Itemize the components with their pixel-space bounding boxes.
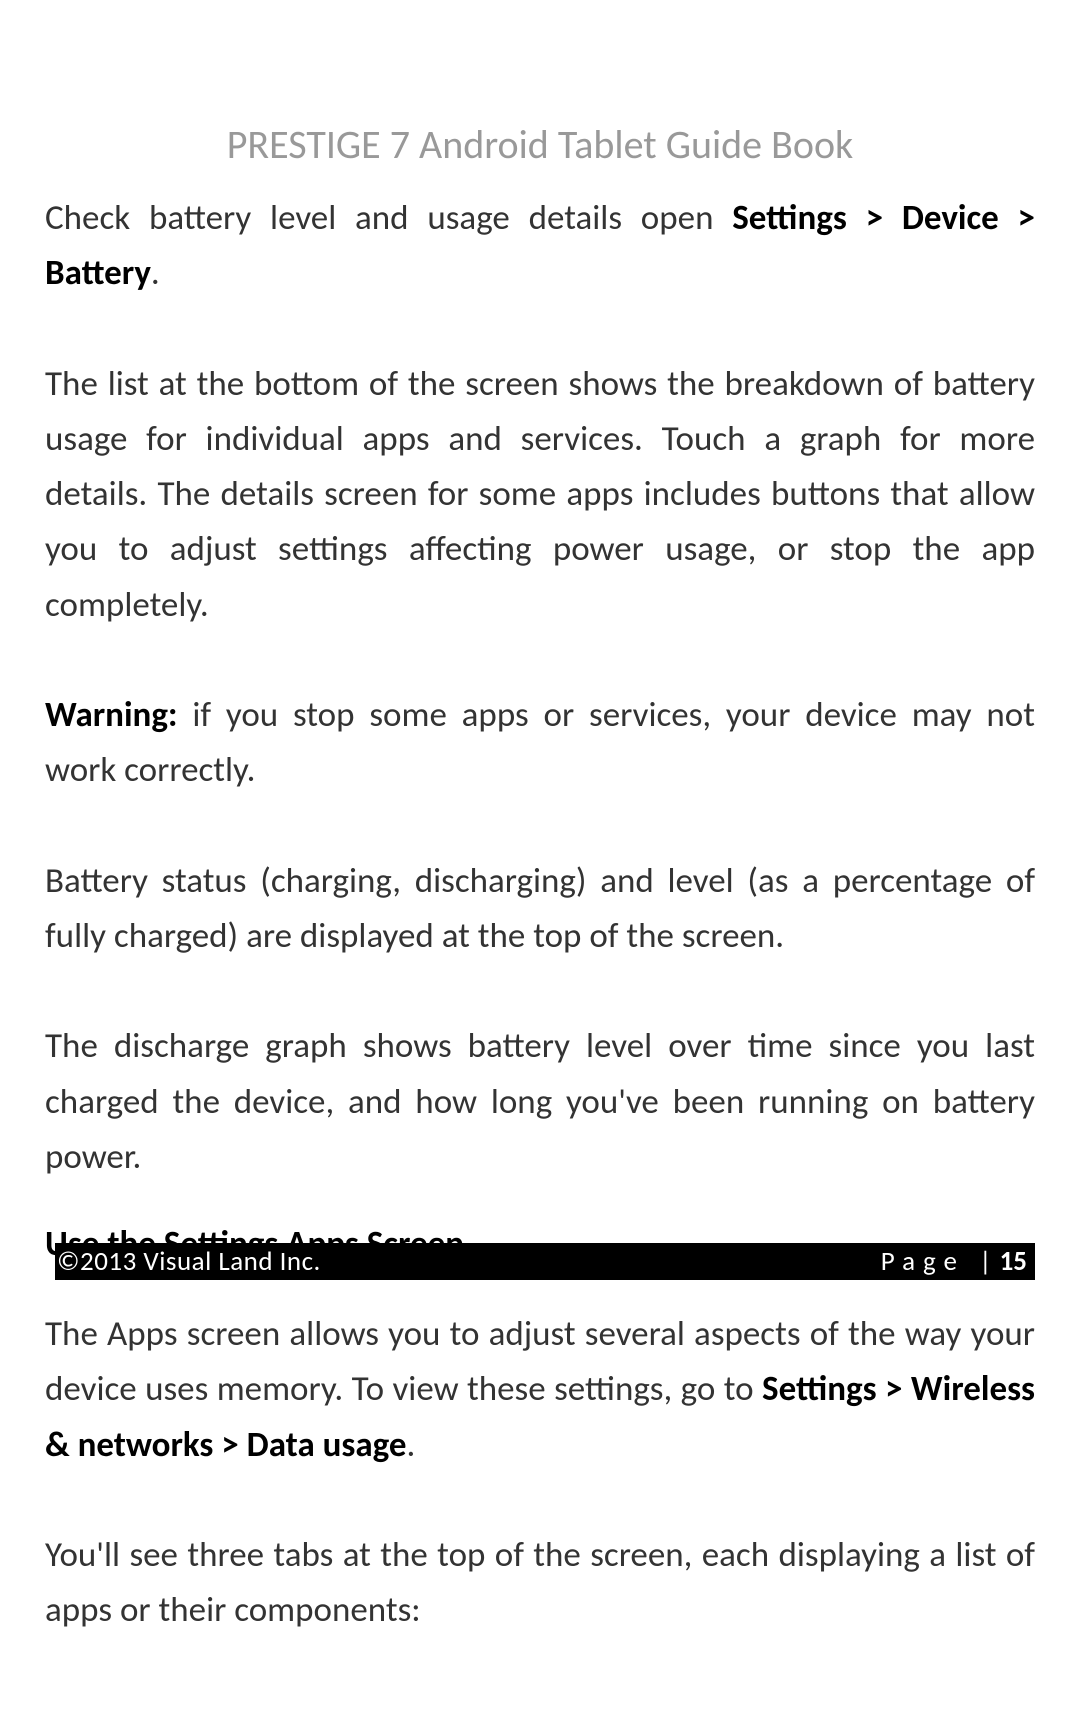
paragraph-3: Warning: if you stop some apps or servic… <box>45 688 1035 799</box>
page-indicator: Page | 15 <box>881 1245 1027 1278</box>
page-pipe: | <box>979 1245 1000 1278</box>
paragraph-5: The discharge graph shows battery level … <box>45 1019 1035 1185</box>
paragraph-2: The list at the bottom of the screen sho… <box>45 357 1035 633</box>
paragraph-6: The Apps screen allows you to adjust sev… <box>45 1307 1035 1473</box>
paragraph-4: Battery status (charging, discharging) a… <box>45 854 1035 965</box>
copyright-text: ©2013 Visual Land Inc. <box>57 1245 321 1278</box>
paragraph-1: Check battery level and usage details op… <box>45 191 1035 302</box>
p3-tail-text: if you stop some apps or services, your … <box>45 694 1035 791</box>
p6-tail-text: . <box>407 1424 416 1466</box>
page-number: 15 <box>1000 1245 1027 1278</box>
document-page: PRESTIGE 7 Android Tablet Guide Book Che… <box>0 0 1080 1639</box>
page-title: PRESTIGE 7 Android Tablet Guide Book <box>45 120 1035 169</box>
paragraph-7: You'll see three tabs at the top of the … <box>45 1528 1035 1639</box>
page-footer: ©2013 Visual Land Inc. Page | 15 <box>55 1243 1035 1280</box>
p1-lead-text: Check battery level and usage details op… <box>45 197 732 239</box>
p3-bold-text: Warning: <box>45 694 178 736</box>
p1-tail-text: . <box>151 252 160 294</box>
page-label: Page <box>881 1245 979 1278</box>
